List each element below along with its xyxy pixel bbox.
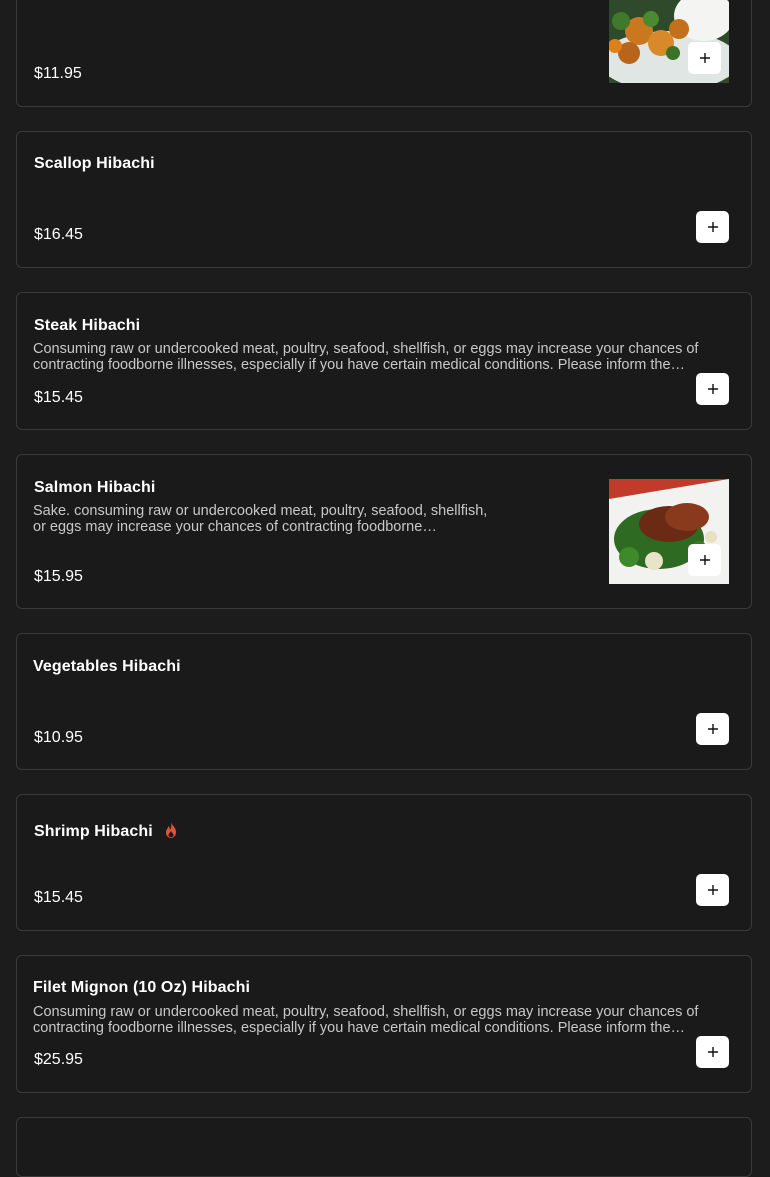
- item-price: $11.95: [34, 65, 82, 82]
- menu-item-card[interactable]: Steak Hibachi Consuming raw or undercook…: [16, 292, 752, 430]
- item-title-row: Shrimp Hibachi: [34, 821, 179, 841]
- item-description: Consuming raw or undercooked meat, poult…: [33, 341, 699, 373]
- item-title: Shrimp Hibachi: [34, 823, 153, 840]
- item-title: Salmon Hibachi: [34, 479, 156, 496]
- plus-icon: [699, 555, 710, 565]
- item-description: Consuming raw or undercooked meat, poult…: [33, 1004, 699, 1036]
- add-to-cart-button[interactable]: [696, 373, 729, 405]
- add-to-cart-button[interactable]: [696, 211, 729, 243]
- menu-item-card[interactable]: $11.95: [16, 0, 752, 107]
- plus-icon: [707, 222, 718, 232]
- plus-icon: [707, 885, 718, 895]
- menu-item-card[interactable]: Filet Mignon (10 Oz) Hibachi Consuming r…: [16, 955, 752, 1093]
- add-to-cart-button[interactable]: [696, 1036, 729, 1068]
- menu-item-card[interactable]: Salmon Hibachi Sake. consuming raw or un…: [16, 454, 752, 609]
- plus-icon: [707, 384, 718, 394]
- item-title: Filet Mignon (10 Oz) Hibachi: [33, 979, 251, 996]
- item-description: Sake. consuming raw or undercooked meat,…: [33, 503, 488, 535]
- plus-icon: [707, 724, 718, 734]
- add-to-cart-button[interactable]: [688, 544, 721, 576]
- item-price: $25.95: [34, 1051, 83, 1068]
- add-to-cart-button[interactable]: [688, 42, 721, 74]
- add-to-cart-button[interactable]: [696, 874, 729, 906]
- spicy-fire-icon: [166, 822, 177, 838]
- menu-item-card[interactable]: Scallop Hibachi $16.45: [16, 131, 752, 268]
- item-title: Scallop Hibachi: [34, 155, 155, 172]
- add-to-cart-button[interactable]: [696, 713, 729, 745]
- menu-item-card[interactable]: [16, 1117, 752, 1177]
- menu-item-card[interactable]: Shrimp Hibachi $15.45: [16, 794, 752, 931]
- item-price: $16.45: [34, 226, 83, 243]
- plus-icon: [699, 53, 710, 63]
- item-price: $15.95: [34, 568, 83, 585]
- plus-icon: [707, 1047, 718, 1057]
- item-title: Steak Hibachi: [34, 317, 141, 334]
- item-title: Vegetables Hibachi: [33, 658, 181, 675]
- menu-item-card[interactable]: Vegetables Hibachi $10.95: [16, 633, 752, 770]
- item-price: $15.45: [34, 389, 83, 406]
- item-price: $10.95: [34, 729, 83, 746]
- item-price: $15.45: [34, 889, 83, 906]
